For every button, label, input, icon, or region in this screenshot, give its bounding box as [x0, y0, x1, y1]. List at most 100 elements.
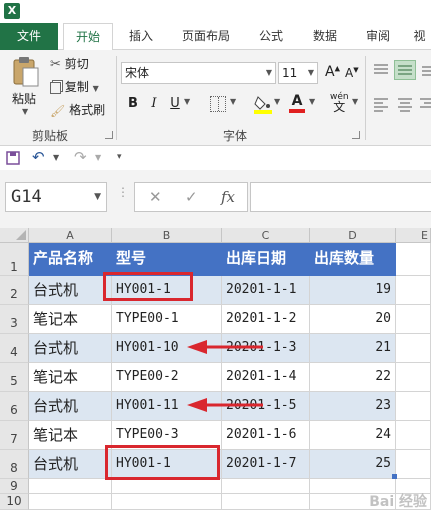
table-cell[interactable]: 台式机 [29, 392, 112, 421]
empty-cell[interactable] [396, 305, 431, 334]
underline-dropdown-icon[interactable]: ▼ [184, 97, 190, 106]
align-left-button[interactable] [372, 96, 390, 112]
grow-font-button[interactable]: A▲ [325, 64, 340, 80]
empty-cell[interactable] [396, 450, 431, 479]
row-header[interactable]: 7 [0, 421, 29, 450]
formula-input[interactable] [250, 182, 431, 212]
borders-dropdown-icon[interactable]: ▼ [230, 97, 236, 106]
font-size-combo[interactable]: 11 ▼ [278, 62, 318, 84]
table-cell[interactable]: 笔记本 [29, 363, 112, 392]
empty-cell[interactable] [396, 243, 431, 276]
empty-cell[interactable] [29, 479, 112, 494]
table-cell[interactable]: 20201-1-2 [222, 305, 310, 334]
row-header[interactable]: 9 [0, 479, 29, 494]
tab-home[interactable]: 开始 [63, 23, 113, 51]
tab-page-layout[interactable]: 页面布局 [172, 23, 240, 50]
undo-dropdown-icon[interactable]: ▼ [53, 153, 59, 162]
table-cell[interactable]: 20201-1-1 [222, 276, 310, 305]
font-name-combo[interactable]: 宋体 ▼ [121, 62, 276, 84]
align-center-button[interactable] [396, 96, 414, 112]
table-cell[interactable]: 19 [310, 276, 396, 305]
row-header[interactable]: 1 [0, 243, 29, 276]
paste-button[interactable]: 粘贴 ▼ [8, 56, 44, 126]
row-header[interactable]: 6 [0, 392, 29, 421]
table-header-cell[interactable]: 出库数量 [310, 243, 396, 276]
enter-icon[interactable]: ✓ [185, 188, 198, 206]
align-top-button[interactable] [372, 62, 390, 78]
tab-file[interactable]: 文件 [0, 23, 58, 50]
phonetic-button[interactable]: wén 文 [330, 92, 349, 113]
name-box[interactable]: G14 ▼ [5, 182, 107, 212]
table-cell[interactable]: 20 [310, 305, 396, 334]
tab-view[interactable]: 视 [408, 23, 431, 50]
table-cell[interactable]: 20201-1-4 [222, 363, 310, 392]
copy-button[interactable]: 复制 ▼ [50, 78, 99, 95]
redo-dropdown-icon[interactable]: ▼ [95, 153, 101, 162]
row-header[interactable]: 10 [0, 494, 29, 510]
cancel-icon[interactable]: ✕ [149, 188, 162, 206]
align-right-button[interactable] [420, 96, 431, 112]
table-cell[interactable]: 台式机 [29, 276, 112, 305]
table-cell[interactable]: 台式机 [29, 450, 112, 479]
empty-cell[interactable] [396, 363, 431, 392]
undo-icon[interactable]: ↶ [32, 148, 45, 166]
insert-function-icon[interactable]: fx [221, 188, 235, 206]
format-painter-button[interactable]: 🖌 格式刷 [50, 101, 105, 118]
empty-cell[interactable] [112, 494, 222, 510]
column-header-d[interactable]: D [310, 228, 396, 243]
row-header[interactable]: 3 [0, 305, 29, 334]
empty-cell[interactable] [396, 421, 431, 450]
table-resize-handle[interactable] [392, 474, 397, 479]
column-header-e[interactable]: E [396, 228, 431, 243]
row-header[interactable]: 4 [0, 334, 29, 363]
table-cell[interactable]: 21 [310, 334, 396, 363]
shrink-font-button[interactable]: A▼ [345, 66, 359, 80]
column-header-b[interactable]: B [112, 228, 222, 243]
bold-button[interactable]: B [125, 95, 141, 113]
row-header[interactable]: 5 [0, 363, 29, 392]
align-bottom-button[interactable] [420, 62, 431, 78]
table-cell[interactable]: TYPE00-2 [112, 363, 222, 392]
row-header[interactable]: 2 [0, 276, 29, 305]
column-header-a[interactable]: A [29, 228, 112, 243]
table-cell[interactable]: 24 [310, 421, 396, 450]
table-cell[interactable]: 25 [310, 450, 396, 479]
tab-review[interactable]: 审阅 [356, 23, 400, 50]
empty-cell[interactable] [396, 392, 431, 421]
tab-formulas[interactable]: 公式 [248, 23, 294, 50]
row-header[interactable]: 8 [0, 450, 29, 479]
empty-cell[interactable] [222, 479, 310, 494]
column-header-c[interactable]: C [222, 228, 310, 243]
font-color-button[interactable]: A [289, 93, 305, 115]
table-cell[interactable]: 22 [310, 363, 396, 392]
table-cell[interactable]: TYPE00-1 [112, 305, 222, 334]
align-middle-button[interactable] [394, 60, 416, 80]
fill-color-dropdown-icon[interactable]: ▼ [274, 97, 280, 106]
table-header-cell[interactable]: 出库日期 [222, 243, 310, 276]
table-cell[interactable]: 台式机 [29, 334, 112, 363]
splitter-icon[interactable]: ⋮ [117, 185, 129, 199]
empty-cell[interactable] [112, 479, 222, 494]
table-cell[interactable]: 笔记本 [29, 421, 112, 450]
underline-button[interactable]: U [167, 95, 183, 113]
tab-insert[interactable]: 插入 [118, 23, 164, 50]
empty-cell[interactable] [396, 276, 431, 305]
redo-icon[interactable]: ↷ [74, 148, 87, 166]
fill-color-button[interactable] [254, 94, 272, 114]
empty-cell[interactable] [396, 334, 431, 363]
borders-button[interactable] [210, 96, 226, 112]
empty-cell[interactable] [29, 494, 112, 510]
clipboard-launcher-icon[interactable] [105, 131, 113, 139]
tab-data[interactable]: 数据 [302, 23, 348, 50]
table-cell[interactable]: 笔记本 [29, 305, 112, 334]
table-cell[interactable]: 23 [310, 392, 396, 421]
font-color-dropdown-icon[interactable]: ▼ [309, 97, 315, 106]
phonetic-dropdown-icon[interactable]: ▼ [352, 97, 358, 106]
customize-qat-icon[interactable]: ▾ [117, 152, 122, 162]
italic-button[interactable]: I [146, 95, 162, 113]
table-cell[interactable]: 20201-1-7 [222, 450, 310, 479]
empty-cell[interactable] [222, 494, 310, 510]
select-all-corner[interactable] [0, 228, 29, 243]
font-launcher-icon[interactable] [352, 131, 360, 139]
save-icon[interactable] [6, 151, 20, 165]
